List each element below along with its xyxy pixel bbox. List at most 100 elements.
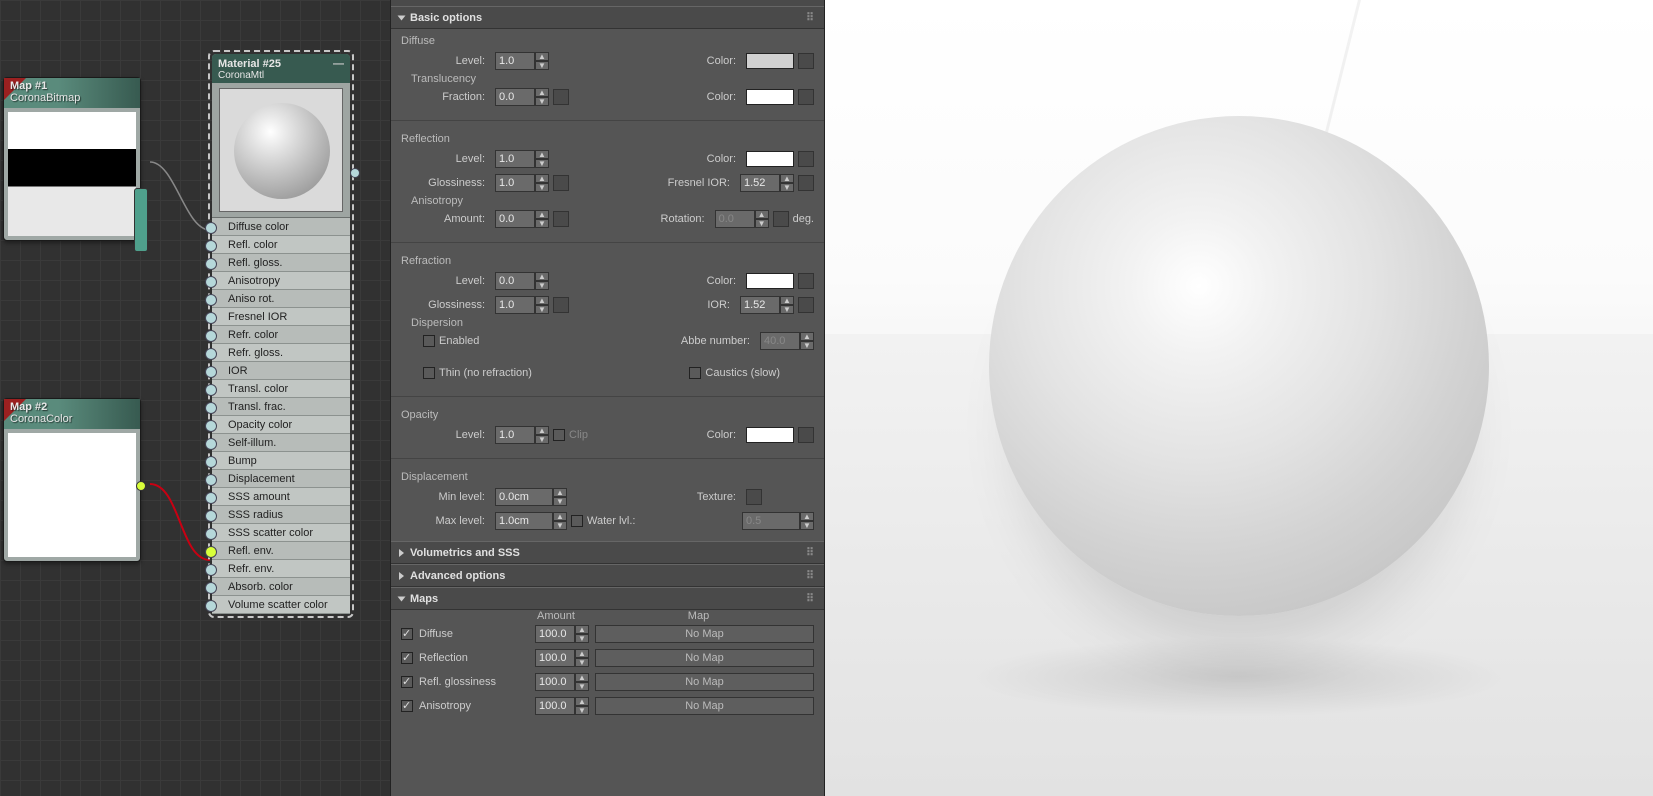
water-level-spinner[interactable]: ▲▼: [742, 512, 814, 530]
drag-handle-icon[interactable]: ⠿: [806, 546, 816, 559]
translucency-fraction-spinner[interactable]: ▲▼: [495, 88, 549, 106]
section-volumetrics[interactable]: Volumetrics and SSS ⠿: [391, 541, 824, 564]
map-button[interactable]: No Map: [595, 673, 814, 691]
input-slot[interactable]: Self-illum.: [212, 434, 350, 452]
node-header[interactable]: Map #1 CoronaBitmap: [4, 78, 140, 108]
map-enabled-checkbox[interactable]: [401, 676, 413, 688]
minimize-icon[interactable]: —: [333, 58, 344, 70]
input-slot[interactable]: Transl. frac.: [212, 398, 350, 416]
input-slot[interactable]: Fresnel IOR: [212, 308, 350, 326]
input-slot[interactable]: Displacement: [212, 470, 350, 488]
map-slot-button[interactable]: [553, 89, 569, 105]
fresnel-ior-spinner[interactable]: ▲▼: [740, 174, 794, 192]
input-slot[interactable]: SSS radius: [212, 506, 350, 524]
input-slot[interactable]: Refr. env.: [212, 560, 350, 578]
map-amount-spinner[interactable]: ▲▼: [535, 649, 589, 667]
map-slot-button[interactable]: [773, 211, 789, 227]
map-enabled-checkbox[interactable]: [401, 628, 413, 640]
node-header[interactable]: Material #25 — CoronaMtl: [212, 54, 350, 83]
drag-handle-icon[interactable]: ⠿: [806, 11, 816, 24]
input-slot[interactable]: Refr. color: [212, 326, 350, 344]
input-slot[interactable]: SSS scatter color: [212, 524, 350, 542]
map-enabled-checkbox[interactable]: [401, 700, 413, 712]
map-slot-button[interactable]: [798, 297, 814, 313]
input-slot[interactable]: Refl. color: [212, 236, 350, 254]
input-slot[interactable]: Bump: [212, 452, 350, 470]
thin-checkbox[interactable]: [423, 367, 435, 379]
map-slot-button[interactable]: [553, 211, 569, 227]
input-slot[interactable]: Opacity color: [212, 416, 350, 434]
disp-texture-button[interactable]: [746, 489, 762, 505]
node-map2[interactable]: Map #2 CoronaColor: [3, 398, 141, 562]
drag-handle-icon[interactable]: ⠿: [806, 569, 816, 582]
map-slot-button[interactable]: [798, 151, 814, 167]
map-amount-spinner[interactable]: ▲▼: [535, 625, 589, 643]
diffuse-level-spinner[interactable]: ▲▼: [495, 52, 549, 70]
input-slot[interactable]: Anisotropy: [212, 272, 350, 290]
refraction-gloss-spinner[interactable]: ▲▼: [495, 296, 549, 314]
drag-handle-icon[interactable]: ⠿: [806, 592, 816, 605]
map-row: Anisotropy▲▼No Map: [391, 694, 824, 718]
map-amount-spinner[interactable]: ▲▼: [535, 673, 589, 691]
input-slot[interactable]: Refl. gloss.: [212, 254, 350, 272]
map-name: Reflection: [419, 652, 529, 664]
input-slot[interactable]: Refl. env.: [212, 542, 350, 560]
group-anisotropy: Anisotropy: [401, 195, 814, 207]
anisotropy-amount-spinner[interactable]: ▲▼: [495, 210, 549, 228]
input-slot[interactable]: Refr. gloss.: [212, 344, 350, 362]
map-slot-button[interactable]: [798, 273, 814, 289]
translucency-color-swatch[interactable]: [746, 89, 794, 105]
node-material[interactable]: Material #25 — CoronaMtl Diffuse colorRe…: [208, 50, 354, 618]
map-slot-button[interactable]: [553, 297, 569, 313]
disp-min-spinner[interactable]: ▲▼: [495, 488, 567, 506]
refraction-color-swatch[interactable]: [746, 273, 794, 289]
map-slot-button[interactable]: [798, 175, 814, 191]
map-enabled-checkbox[interactable]: [401, 652, 413, 664]
anisotropy-rotation-spinner[interactable]: ▲▼: [715, 210, 769, 228]
disp-max-spinner[interactable]: ▲▼: [495, 512, 567, 530]
node-editor[interactable]: Map #1 CoronaBitmap Map #2 CoronaColor M…: [0, 0, 390, 796]
input-slot[interactable]: Transl. color: [212, 380, 350, 398]
map-slot-button[interactable]: [798, 89, 814, 105]
output-port[interactable]: [350, 168, 360, 178]
abbe-number-spinner[interactable]: ▲▼: [760, 332, 814, 350]
output-port[interactable]: [134, 188, 148, 252]
output-port[interactable]: [136, 481, 146, 491]
map-button[interactable]: No Map: [595, 625, 814, 643]
map-button[interactable]: No Map: [595, 697, 814, 715]
map-slot-button[interactable]: [798, 427, 814, 443]
label-deg: deg.: [793, 213, 814, 225]
map-button[interactable]: No Map: [595, 649, 814, 667]
node-map1[interactable]: Map #1 CoronaBitmap: [3, 77, 141, 241]
input-slot[interactable]: Diffuse color: [212, 218, 350, 236]
opacity-level-spinner[interactable]: ▲▼: [495, 426, 549, 444]
map-slot-button[interactable]: [798, 53, 814, 69]
reflection-gloss-spinner[interactable]: ▲▼: [495, 174, 549, 192]
section-basic-options[interactable]: Basic options ⠿: [391, 6, 824, 29]
node-header[interactable]: Map #2 CoronaColor: [4, 399, 140, 429]
input-slot[interactable]: Absorb. color: [212, 578, 350, 596]
reflection-color-swatch[interactable]: [746, 151, 794, 167]
node-title: Material #25: [218, 58, 281, 70]
input-slot[interactable]: Volume scatter color: [212, 596, 350, 614]
rendered-sphere: [989, 116, 1489, 616]
refraction-level-spinner[interactable]: ▲▼: [495, 272, 549, 290]
group-translucency: Translucency: [401, 73, 814, 85]
input-slot[interactable]: Aniso rot.: [212, 290, 350, 308]
section-advanced[interactable]: Advanced options ⠿: [391, 564, 824, 587]
section-maps[interactable]: Maps ⠿: [391, 587, 824, 610]
map-slot-button[interactable]: [553, 175, 569, 191]
input-slot[interactable]: IOR: [212, 362, 350, 380]
properties-panel[interactable]: Basic options ⠿ Diffuse Level: ▲▼ Color:…: [390, 0, 825, 796]
opacity-color-swatch[interactable]: [746, 427, 794, 443]
caustics-checkbox[interactable]: [689, 367, 701, 379]
map-amount-spinner[interactable]: ▲▼: [535, 697, 589, 715]
water-level-checkbox[interactable]: [571, 515, 583, 527]
column-amount: Amount: [529, 610, 583, 622]
input-slot[interactable]: SSS amount: [212, 488, 350, 506]
diffuse-color-swatch[interactable]: [746, 53, 794, 69]
refraction-ior-spinner[interactable]: ▲▼: [740, 296, 794, 314]
dispersion-enabled-checkbox[interactable]: [423, 335, 435, 347]
clip-checkbox[interactable]: [553, 429, 565, 441]
reflection-level-spinner[interactable]: ▲▼: [495, 150, 549, 168]
